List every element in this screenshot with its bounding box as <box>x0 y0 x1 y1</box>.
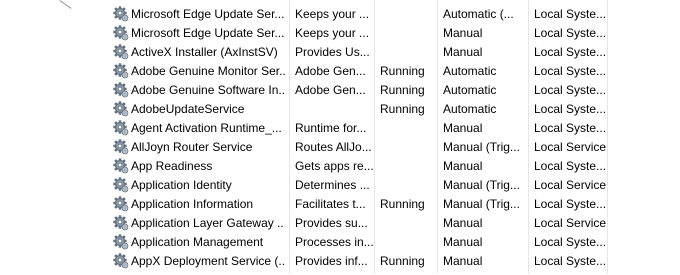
service-startup-type: Automatic <box>443 102 497 116</box>
service-description <box>295 100 373 119</box>
gear-icon <box>113 139 129 155</box>
service-row[interactable]: Application Layer Gateway ... Provides s… <box>0 214 680 233</box>
service-row[interactable]: Adobe Genuine Monitor Ser... Adobe Gen..… <box>0 62 680 81</box>
service-name: Adobe Genuine Monitor Ser... <box>131 64 285 78</box>
service-startup-type: Manual <box>443 26 483 40</box>
service-name: AppX Deployment Service (... <box>131 254 285 268</box>
service-description: Routes AllJo... <box>295 140 372 154</box>
service-log-on-as: Local Syste... <box>534 64 607 78</box>
service-row[interactable]: ActiveX Installer (AxInstSV) Provides Us… <box>0 43 680 62</box>
service-name: Application Layer Gateway ... <box>131 216 285 230</box>
service-name: Application Identity <box>131 178 232 192</box>
gear-icon <box>113 234 129 250</box>
service-name: App Readiness <box>131 159 213 173</box>
gear-icon <box>113 82 129 98</box>
services-list: Microsoft Edge Update Ser... Keeps your … <box>0 5 680 271</box>
service-status <box>380 176 438 195</box>
service-startup-type: Manual <box>443 216 483 230</box>
gear-icon <box>113 44 129 60</box>
gear-icon <box>113 6 129 22</box>
service-description: Gets apps re... <box>295 159 373 173</box>
service-log-on-as: Local Syste... <box>534 7 607 21</box>
service-status: Running <box>380 254 425 268</box>
service-log-on-as: Local Service <box>534 178 607 192</box>
service-description: Provides su... <box>295 216 368 230</box>
service-name: Application Management <box>131 235 264 249</box>
service-row[interactable]: Application Information Facilitates t...… <box>0 195 680 214</box>
service-log-on-as: Local Syste... <box>534 254 607 268</box>
gear-icon <box>113 215 129 231</box>
service-status <box>380 119 438 138</box>
service-description: Facilitates t... <box>295 197 366 211</box>
service-log-on-as: Local Service <box>534 216 607 230</box>
service-description: Keeps your ... <box>295 7 370 21</box>
service-status: Running <box>380 102 425 116</box>
service-name: Microsoft Edge Update Ser... <box>131 7 285 21</box>
service-row[interactable]: App Readiness Gets apps re... Manual Loc… <box>0 157 680 176</box>
service-startup-type: Automatic <box>443 64 497 78</box>
service-description: Provides inf... <box>295 254 368 268</box>
service-startup-type: Manual <box>443 235 483 249</box>
gear-icon <box>113 101 129 117</box>
service-status <box>380 157 438 176</box>
service-startup-type: Manual (Trig... <box>443 178 520 192</box>
service-row[interactable]: Adobe Genuine Software In... Adobe Gen..… <box>0 81 680 100</box>
service-status <box>380 43 438 62</box>
service-name: Application Information <box>131 197 254 211</box>
service-log-on-as: Local Service <box>534 140 607 154</box>
service-log-on-as: Local Syste... <box>534 102 607 116</box>
service-startup-type: Manual (Trig... <box>443 140 520 154</box>
service-status <box>380 5 438 24</box>
service-log-on-as: Local Syste... <box>534 159 607 173</box>
service-startup-type: Manual <box>443 45 483 59</box>
service-log-on-as: Local Syste... <box>534 235 607 249</box>
service-status <box>380 24 438 43</box>
service-description: Keeps your ... <box>295 26 370 40</box>
service-startup-type: Automatic <box>443 83 497 97</box>
gear-icon <box>113 177 129 193</box>
service-description: Provides Us... <box>295 45 370 59</box>
service-name: AllJoyn Router Service <box>131 140 253 154</box>
service-startup-type: Manual <box>443 121 483 135</box>
service-row[interactable]: AppX Deployment Service (... Provides in… <box>0 252 680 271</box>
service-name: Microsoft Edge Update Ser... <box>131 26 285 40</box>
gear-icon <box>113 253 129 269</box>
service-row[interactable]: Application Management Processes in... M… <box>0 233 680 252</box>
service-row[interactable]: Microsoft Edge Update Ser... Keeps your … <box>0 24 680 43</box>
service-name: AdobeUpdateService <box>131 102 245 116</box>
service-description: Adobe Gen... <box>295 64 366 78</box>
gear-icon <box>113 196 129 212</box>
service-name: Adobe Genuine Software In... <box>131 83 285 97</box>
service-row[interactable]: AdobeUpdateService Running Automatic Loc… <box>0 100 680 119</box>
service-status <box>380 233 438 252</box>
service-description: Runtime for... <box>295 121 367 135</box>
service-log-on-as: Local Syste... <box>534 26 607 40</box>
service-startup-type: Manual (Trig... <box>443 197 520 211</box>
service-description: Processes in... <box>295 235 373 249</box>
service-name: Agent Activation Runtime_... <box>131 121 282 135</box>
gear-icon <box>113 25 129 41</box>
service-startup-type: Manual <box>443 254 483 268</box>
service-startup-type: Manual <box>443 159 483 173</box>
gear-icon <box>113 63 129 79</box>
service-status <box>380 138 438 157</box>
service-name: ActiveX Installer (AxInstSV) <box>131 45 278 59</box>
service-row[interactable]: AllJoyn Router Service Routes AllJo... M… <box>0 138 680 157</box>
service-log-on-as: Local Syste... <box>534 83 607 97</box>
service-row[interactable]: Agent Activation Runtime_... Runtime for… <box>0 119 680 138</box>
service-startup-type: Automatic (... <box>443 7 514 21</box>
service-status: Running <box>380 64 425 78</box>
gear-icon <box>113 120 129 136</box>
service-status: Running <box>380 197 425 211</box>
service-log-on-as: Local Syste... <box>534 197 607 211</box>
service-row[interactable]: Microsoft Edge Update Ser... Keeps your … <box>0 5 680 24</box>
service-log-on-as: Local Syste... <box>534 45 607 59</box>
service-status: Running <box>380 83 425 97</box>
gear-icon <box>113 158 129 174</box>
service-log-on-as: Local Syste... <box>534 121 607 135</box>
service-row[interactable]: Application Identity Determines ... Manu… <box>0 176 680 195</box>
service-description: Adobe Gen... <box>295 83 366 97</box>
service-status <box>380 214 438 233</box>
service-description: Determines ... <box>295 178 370 192</box>
